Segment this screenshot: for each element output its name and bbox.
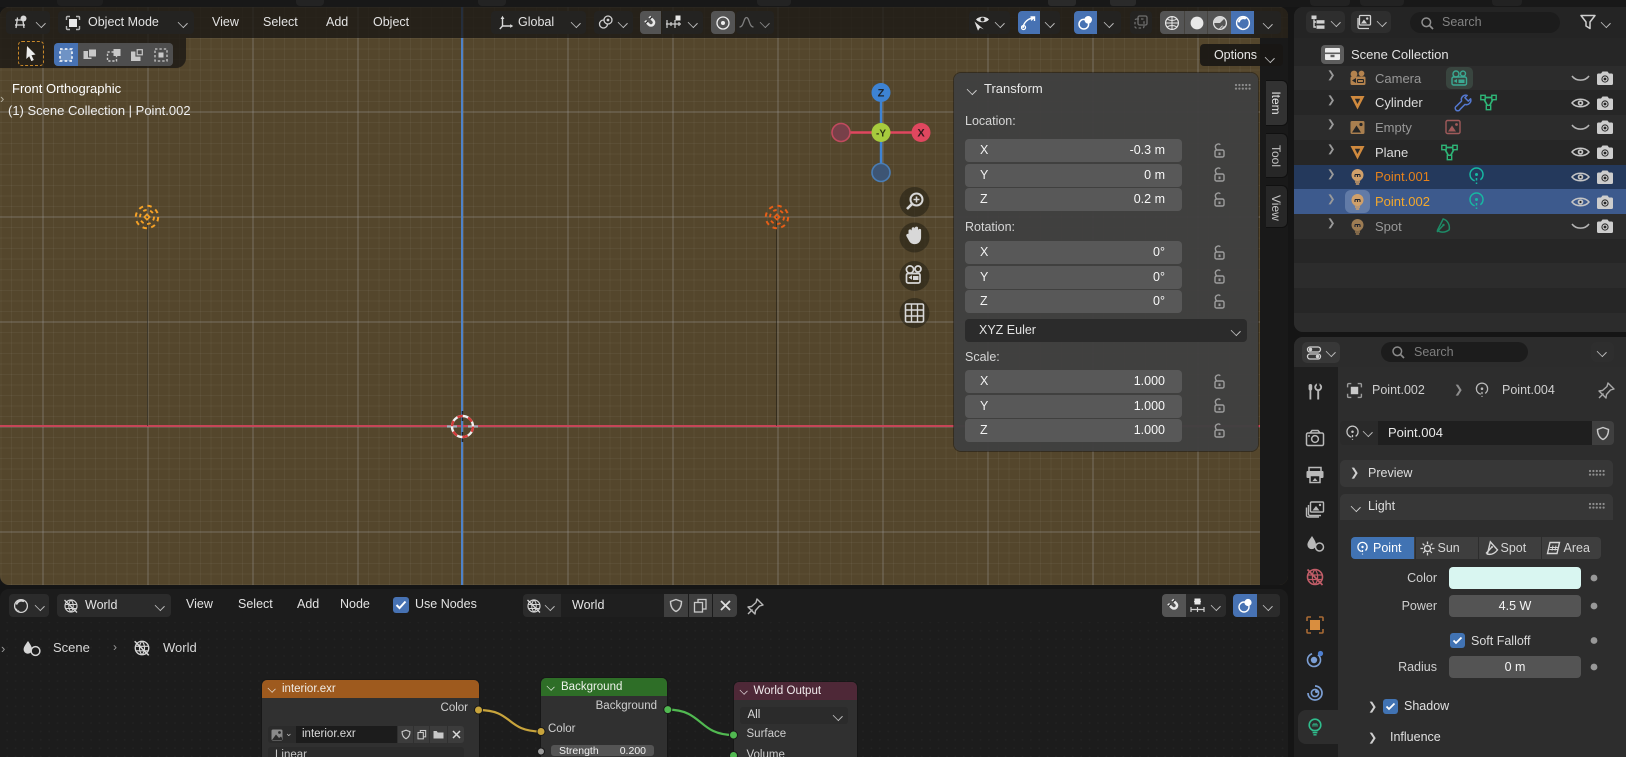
svg-text:-Y: -Y — [876, 129, 886, 140]
svg-text:X: X — [917, 128, 925, 140]
svg-text:Z: Z — [878, 88, 885, 100]
